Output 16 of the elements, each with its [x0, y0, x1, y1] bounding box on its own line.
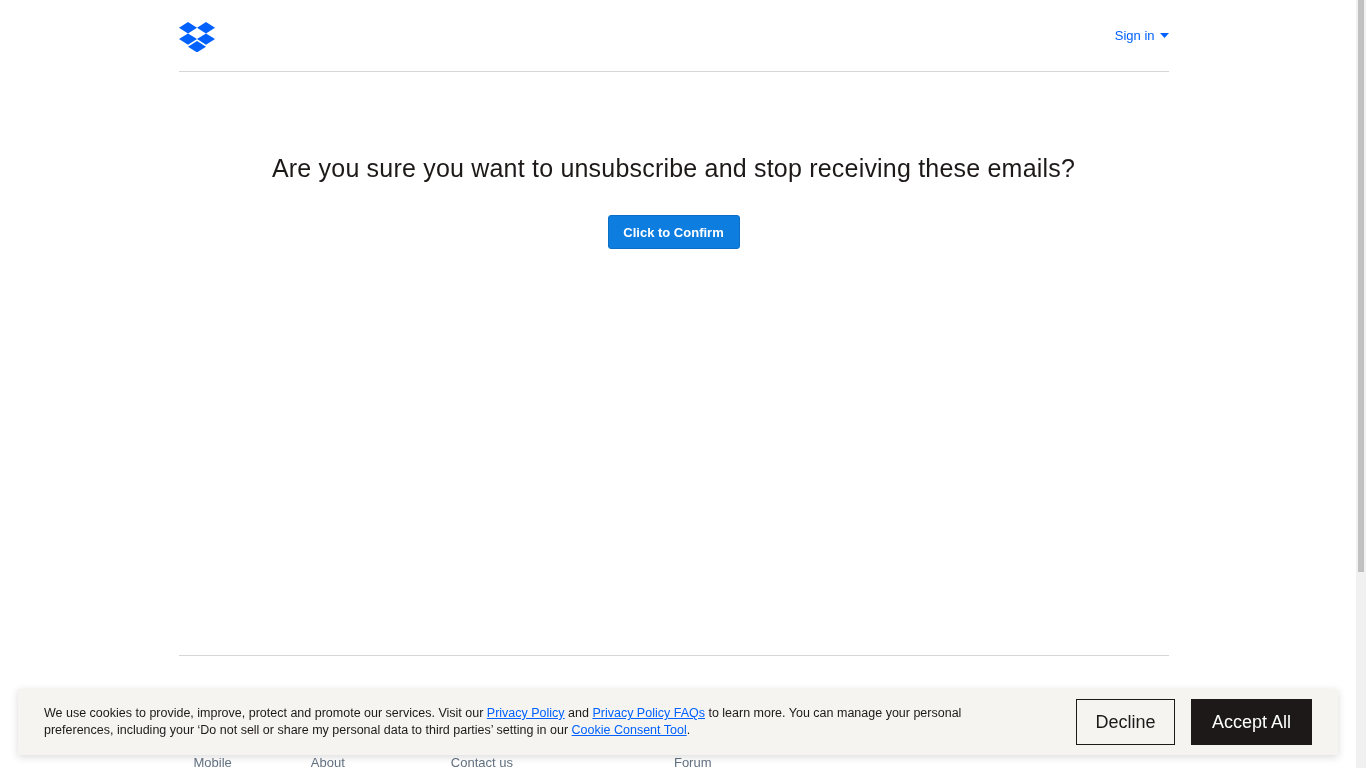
page-heading: Are you sure you want to unsubscribe and stop receiving these emails?: [270, 154, 1077, 183]
accept-button[interactable]: Accept All: [1191, 699, 1312, 745]
decline-button[interactable]: Decline: [1076, 699, 1175, 745]
policy-link[interactable]: Cookie Consent Tool: [571, 723, 687, 737]
sign-in-link[interactable]: Sign in: [1114, 28, 1169, 43]
cookie-notice: We use cookies to provide, improve, protect and promote our services. Visit our Privacy Policy and Privacy Policy FAQs to learn more. You can manage your personal preferences, including your ‘Do not sell or share my personal data to third parties’ setting in our Cookie Consent Tool.: [44, 705, 963, 739]
footer-link[interactable]: Mobile: [193, 757, 232, 768]
policy-link[interactable]: Privacy Policy FAQs: [592, 706, 705, 720]
caret-icon: [1159, 33, 1169, 38]
footer-link[interactable]: Contact us: [450, 757, 513, 768]
policy-link[interactable]: Privacy Policy: [486, 706, 565, 720]
footer-link[interactable]: Forum: [673, 757, 712, 768]
footer-link[interactable]: About: [310, 757, 345, 768]
confirm-button[interactable]: Click to Confirm: [607, 215, 740, 249]
scrollbar[interactable]: [1356, 0, 1366, 768]
box-logo-icon[interactable]: [178, 21, 215, 52]
